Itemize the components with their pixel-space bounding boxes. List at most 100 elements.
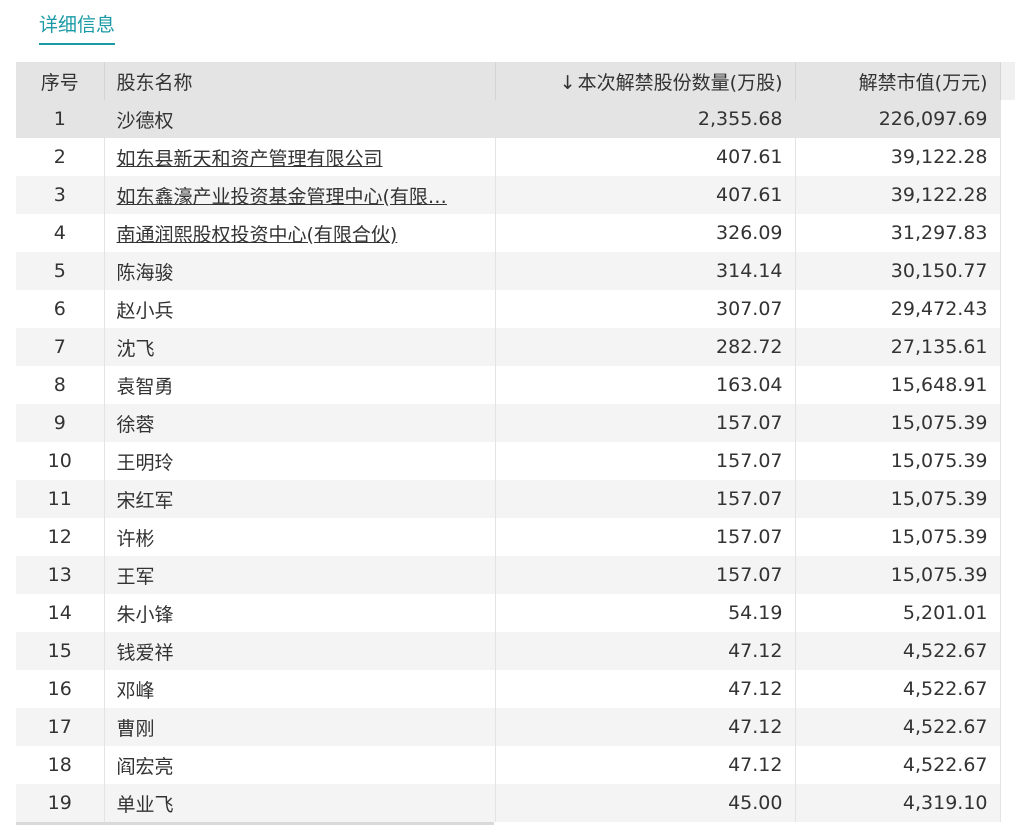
unlock-market-value: 5,201.01 <box>795 594 1001 632</box>
scroll-gutter <box>1000 404 1015 442</box>
table-row[interactable]: 7 沈飞 282.72 27,135.61 <box>16 328 1015 366</box>
unlock-quantity: 157.07 <box>495 404 796 442</box>
shareholder-name: 陈海骏 <box>104 252 496 290</box>
unlock-quantity: 407.61 <box>495 176 796 214</box>
scroll-gutter <box>1000 176 1015 214</box>
header-quantity[interactable]: ↓ 本次解禁股份数量(万股) <box>495 62 796 100</box>
unlock-quantity: 282.72 <box>495 328 796 366</box>
shareholder-name: 邓峰 <box>104 670 496 708</box>
unlock-market-value: 15,075.39 <box>795 556 1001 594</box>
scroll-gutter <box>1000 708 1015 746</box>
unlock-quantity: 314.14 <box>495 252 796 290</box>
row-index: 7 <box>16 328 105 366</box>
table-row[interactable]: 17 曹刚 47.12 4,522.67 <box>16 708 1015 746</box>
header-quantity-label: 本次解禁股份数量(万股) <box>577 71 783 94</box>
unlock-market-value: 15,075.39 <box>795 404 1001 442</box>
table-row[interactable]: 1 沙德权 2,355.68 226,097.69 <box>16 100 1015 138</box>
unlock-quantity: 157.07 <box>495 480 796 518</box>
unlock-quantity: 157.07 <box>495 556 796 594</box>
table-row[interactable]: 15 钱爱祥 47.12 4,522.67 <box>16 632 1015 670</box>
row-index: 9 <box>16 404 105 442</box>
table-row[interactable]: 12 许彬 157.07 15,075.39 <box>16 518 1015 556</box>
table-row[interactable]: 14 朱小锋 54.19 5,201.01 <box>16 594 1015 632</box>
scroll-gutter <box>1000 632 1015 670</box>
unlock-market-value: 4,522.67 <box>795 632 1001 670</box>
unlock-market-value: 31,297.83 <box>795 214 1001 252</box>
unlock-quantity: 54.19 <box>495 594 796 632</box>
unlock-market-value: 4,522.67 <box>795 708 1001 746</box>
scroll-gutter <box>1000 100 1015 138</box>
shareholder-name-cell: 如东鑫濠产业投资基金管理中心(有限… <box>104 176 496 214</box>
row-index: 8 <box>16 366 105 404</box>
shareholder-name: 沙德权 <box>104 100 496 138</box>
shareholder-name: 王明玲 <box>104 442 496 480</box>
table-row[interactable]: 19 单业飞 45.00 4,319.10 <box>16 784 1015 822</box>
table-header-row: 序号 股东名称 ↓ 本次解禁股份数量(万股) 解禁市值(万元) <box>16 62 1015 100</box>
scroll-gutter <box>1000 252 1015 290</box>
scroll-gutter <box>1000 746 1015 784</box>
scroll-gutter <box>1000 138 1015 176</box>
unlock-quantity: 47.12 <box>495 746 796 784</box>
shareholder-name: 宋红军 <box>104 480 496 518</box>
shareholder-name: 曹刚 <box>104 708 496 746</box>
table-row[interactable]: 10 王明玲 157.07 15,075.39 <box>16 442 1015 480</box>
table-row[interactable]: 4 南通润熙股权投资中心(有限合伙) 326.09 31,297.83 <box>16 214 1015 252</box>
row-index: 4 <box>16 214 105 252</box>
table-row[interactable]: 13 王军 157.07 15,075.39 <box>16 556 1015 594</box>
row-index: 1 <box>16 100 105 138</box>
unlock-market-value: 15,075.39 <box>795 518 1001 556</box>
scroll-gutter <box>1000 670 1015 708</box>
table-row[interactable]: 16 邓峰 47.12 4,522.67 <box>16 670 1015 708</box>
unlock-quantity: 163.04 <box>495 366 796 404</box>
shareholder-name: 朱小锋 <box>104 594 496 632</box>
table-row[interactable]: 11 宋红军 157.07 15,075.39 <box>16 480 1015 518</box>
scroll-gutter <box>1000 328 1015 366</box>
shareholder-name: 徐蓉 <box>104 404 496 442</box>
unlock-market-value: 27,135.61 <box>795 328 1001 366</box>
row-index: 13 <box>16 556 105 594</box>
unlock-quantity: 157.07 <box>495 518 796 556</box>
scroll-gutter <box>1000 594 1015 632</box>
unlock-quantity: 326.09 <box>495 214 796 252</box>
unlock-quantity: 2,355.68 <box>495 100 796 138</box>
row-index: 3 <box>16 176 105 214</box>
unlock-market-value: 4,319.10 <box>795 784 1001 822</box>
shareholder-link[interactable]: 如东鑫濠产业投资基金管理中心(有限… <box>117 186 447 208</box>
table-row[interactable]: 18 阎宏亮 47.12 4,522.67 <box>16 746 1015 784</box>
row-index: 18 <box>16 746 105 784</box>
shareholder-name: 王军 <box>104 556 496 594</box>
unlock-market-value: 4,522.67 <box>795 670 1001 708</box>
shareholder-link[interactable]: 南通润熙股权投资中心(有限合伙) <box>117 224 398 246</box>
table-row[interactable]: 3 如东鑫濠产业投资基金管理中心(有限… 407.61 39,122.28 <box>16 176 1015 214</box>
row-index: 10 <box>16 442 105 480</box>
row-index: 12 <box>16 518 105 556</box>
row-index: 5 <box>16 252 105 290</box>
scroll-gutter <box>1000 442 1015 480</box>
table-row[interactable]: 8 袁智勇 163.04 15,648.91 <box>16 366 1015 404</box>
data-table: 序号 股东名称 ↓ 本次解禁股份数量(万股) 解禁市值(万元) 1 沙德权 2,355… <box>16 62 1015 822</box>
table-row[interactable]: 6 赵小兵 307.07 29,472.43 <box>16 290 1015 328</box>
unlock-quantity: 47.12 <box>495 670 796 708</box>
header-value[interactable]: 解禁市值(万元) <box>795 62 1001 100</box>
shareholder-link[interactable]: 如东县新天和资产管理有限公司 <box>117 148 383 170</box>
unlock-market-value: 15,075.39 <box>795 442 1001 480</box>
tab-detail-info[interactable]: 详细信息 <box>39 10 116 45</box>
table-row[interactable]: 2 如东县新天和资产管理有限公司 407.61 39,122.28 <box>16 138 1015 176</box>
row-index: 11 <box>16 480 105 518</box>
table-row[interactable]: 5 陈海骏 314.14 30,150.77 <box>16 252 1015 290</box>
unlock-quantity: 307.07 <box>495 290 796 328</box>
row-index: 16 <box>16 670 105 708</box>
tab-bar: 详细信息 <box>0 0 1015 62</box>
shareholder-name: 单业飞 <box>104 784 496 822</box>
unlock-market-value: 15,648.91 <box>795 366 1001 404</box>
table-row[interactable]: 9 徐蓉 157.07 15,075.39 <box>16 404 1015 442</box>
shareholder-name: 钱爱祥 <box>104 632 496 670</box>
shareholder-name: 赵小兵 <box>104 290 496 328</box>
scroll-gutter <box>1000 366 1015 404</box>
scroll-gutter <box>1000 480 1015 518</box>
unlock-quantity: 157.07 <box>495 442 796 480</box>
header-index: 序号 <box>16 62 105 100</box>
row-index: 17 <box>16 708 105 746</box>
unlock-quantity: 47.12 <box>495 708 796 746</box>
row-index: 15 <box>16 632 105 670</box>
